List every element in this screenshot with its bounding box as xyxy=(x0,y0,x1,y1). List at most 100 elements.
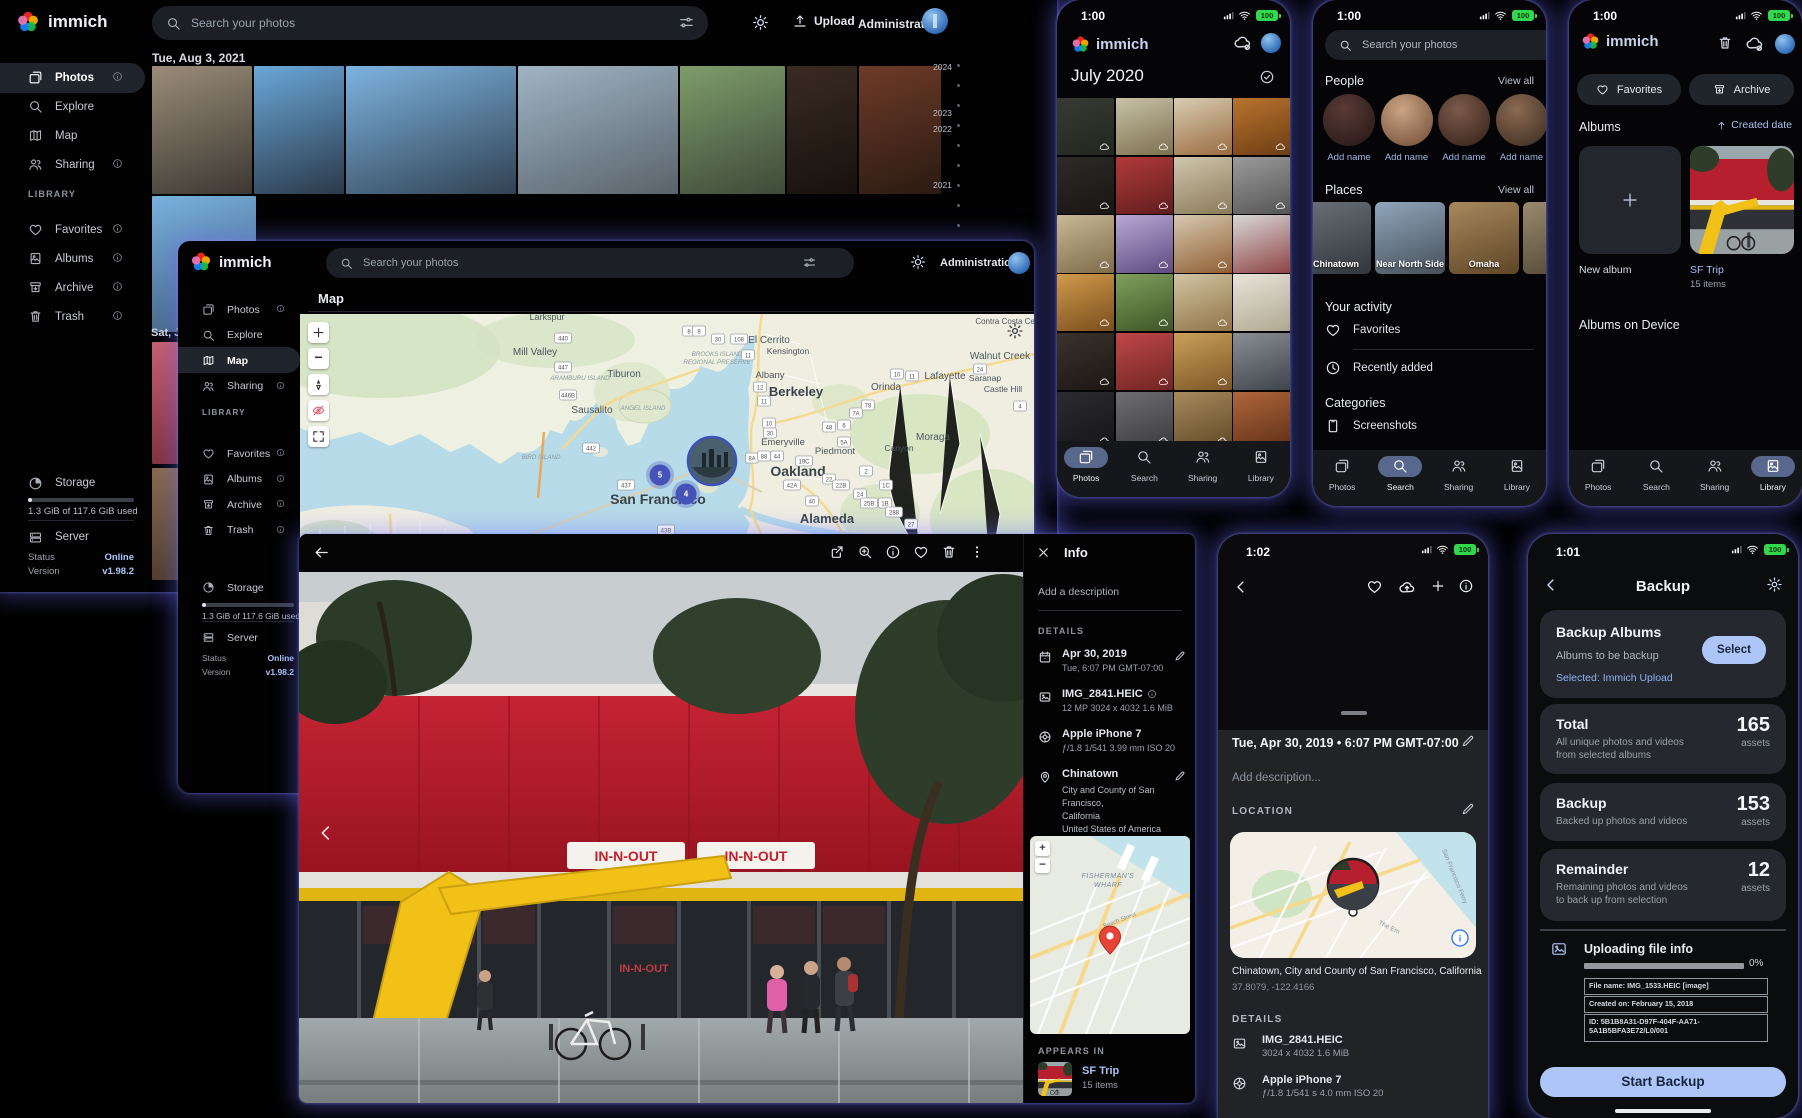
photo-grid-tile[interactable] xyxy=(1174,274,1231,331)
archive-button[interactable]: Archive xyxy=(1689,74,1794,105)
info-icon[interactable] xyxy=(112,252,123,263)
info-icon[interactable] xyxy=(276,525,285,534)
photo-grid-tile[interactable] xyxy=(1057,157,1114,214)
map-zoom-in-button[interactable]: + xyxy=(1035,841,1050,856)
close-icon[interactable] xyxy=(1036,545,1051,560)
edit-date-icon[interactable] xyxy=(1174,650,1186,662)
person-face[interactable] xyxy=(1381,94,1433,146)
nav-item-search[interactable]: Search xyxy=(1372,450,1428,506)
more-options-icon[interactable] xyxy=(969,544,985,560)
info-icon[interactable] xyxy=(112,158,123,169)
photo-grid-tile[interactable] xyxy=(1057,274,1114,331)
favorite-icon[interactable] xyxy=(1366,578,1383,595)
nav-item-sharing[interactable]: Sharing xyxy=(1431,450,1487,506)
immich-logo[interactable]: immich xyxy=(16,10,108,34)
immich-logo[interactable]: immich xyxy=(190,251,272,273)
album-thumbnail[interactable] xyxy=(1038,1062,1072,1096)
sidebar-item-explore[interactable]: Explore xyxy=(28,99,94,114)
photo-grid-tile[interactable] xyxy=(1174,215,1231,272)
sidebar-item-albums[interactable]: Albums xyxy=(28,251,93,266)
favorites-button[interactable]: Favorites xyxy=(1577,74,1681,105)
sheet-drag-handle[interactable] xyxy=(1341,711,1367,715)
gear-icon[interactable] xyxy=(1766,576,1783,593)
sidebar-item-trash[interactable]: Trash xyxy=(28,309,84,324)
timeline-dot[interactable] xyxy=(957,224,960,227)
timeline-dot[interactable] xyxy=(957,204,960,207)
photo-thumbnail[interactable] xyxy=(152,342,178,464)
timeline-dot[interactable] xyxy=(957,64,960,67)
sidebar-item-archive[interactable]: Archive xyxy=(202,498,262,511)
activity-item-recently-added[interactable]: Recently added xyxy=(1353,362,1433,374)
delete-icon[interactable] xyxy=(941,544,957,560)
nav-item-search[interactable]: Search xyxy=(1628,450,1684,506)
photo-grid-tile[interactable] xyxy=(1174,98,1231,155)
photo-grid-tile[interactable] xyxy=(1174,392,1231,442)
album-sort-button[interactable]: Created date xyxy=(1716,119,1792,131)
upload-button[interactable]: Upload xyxy=(792,13,855,29)
photo-grid-tile[interactable] xyxy=(1057,392,1114,442)
activity-item-favorites[interactable]: Favorites xyxy=(1353,324,1400,336)
photo-grid-tile[interactable] xyxy=(1116,333,1173,390)
map-zoom-in-button[interactable] xyxy=(308,322,329,343)
photo-thumbnail[interactable] xyxy=(680,66,785,194)
photo-grid-tile[interactable] xyxy=(1233,98,1290,155)
search-filter-icon[interactable] xyxy=(678,14,695,31)
sidebar-item-albums[interactable]: Albums xyxy=(202,473,262,486)
edit-date-icon[interactable] xyxy=(1461,734,1475,748)
person-face[interactable] xyxy=(1323,94,1375,146)
info-icon[interactable] xyxy=(276,499,285,508)
description-field[interactable]: Add description... xyxy=(1232,772,1321,784)
timeline-dot[interactable] xyxy=(957,144,960,147)
photo-grid-tile[interactable] xyxy=(1233,333,1290,390)
person-face[interactable] xyxy=(1496,94,1547,146)
photo-grid-tile[interactable] xyxy=(1057,98,1114,155)
avatar[interactable] xyxy=(1008,252,1030,274)
photo-grid-tile[interactable] xyxy=(1233,157,1290,214)
avatar[interactable] xyxy=(922,8,948,34)
timeline-year[interactable]: 2023 xyxy=(933,108,952,118)
place-tile[interactable]: Near North Side xyxy=(1375,202,1445,274)
sidebar-item-trash[interactable]: Trash xyxy=(202,524,253,537)
photo-grid-tile[interactable] xyxy=(1116,98,1173,155)
sidebar-item-explore[interactable]: Explore xyxy=(202,329,263,342)
sidebar-item-photos[interactable]: Photos xyxy=(202,303,260,316)
start-backup-button[interactable]: Start Backup xyxy=(1540,1067,1786,1097)
photo-thumbnail[interactable] xyxy=(859,66,941,194)
nav-item-photos[interactable]: Photos xyxy=(1058,441,1114,497)
photo-grid-tile[interactable] xyxy=(1116,215,1173,272)
timeline-year[interactable]: 2021 xyxy=(933,180,952,190)
info-icon[interactable] xyxy=(276,474,285,483)
info-icon[interactable] xyxy=(276,381,285,390)
new-album-card[interactable] xyxy=(1579,146,1681,254)
timeline-dot[interactable] xyxy=(957,84,960,87)
timeline-dot[interactable] xyxy=(957,184,960,187)
map-fullscreen-button[interactable] xyxy=(308,426,329,447)
map-zoom-out-button[interactable]: − xyxy=(1035,858,1050,873)
map-zoom-out-button[interactable]: − xyxy=(308,348,329,369)
avatar[interactable] xyxy=(1775,34,1795,54)
photo-thumbnail[interactable] xyxy=(152,468,178,580)
photo-grid-tile[interactable] xyxy=(1174,333,1231,390)
back-icon[interactable] xyxy=(1232,578,1250,596)
timeline-dot[interactable] xyxy=(957,104,960,107)
photo-grid-tile[interactable] xyxy=(1057,333,1114,390)
upload-icon[interactable] xyxy=(1398,578,1416,596)
location-mini-map[interactable]: FISHERMAN'S WHARF Beach Street + − xyxy=(1030,836,1190,1034)
zoom-icon[interactable] xyxy=(857,544,873,560)
photo-thumbnail[interactable] xyxy=(518,66,678,194)
administration-link[interactable]: Administration xyxy=(940,257,1018,269)
photo-grid-tile[interactable] xyxy=(1174,157,1231,214)
category-item-screenshots[interactable]: Screenshots xyxy=(1353,420,1417,432)
people-view-all[interactable]: View all xyxy=(1498,75,1534,87)
nav-item-library[interactable]: Library xyxy=(1489,450,1545,506)
nav-item-library[interactable]: Library xyxy=(1745,450,1801,506)
info-icon[interactable] xyxy=(112,281,123,292)
file-info-icon[interactable] xyxy=(1147,689,1157,699)
nav-item-sharing[interactable]: Sharing xyxy=(1687,450,1743,506)
timeline-dot[interactable] xyxy=(957,124,960,127)
previous-photo-icon[interactable] xyxy=(315,822,337,844)
trash-icon[interactable] xyxy=(1717,35,1733,51)
sidebar-item-photos[interactable]: Photos xyxy=(28,70,94,85)
timeline-year[interactable]: 2024 xyxy=(933,62,952,72)
add-name-link[interactable]: Add name xyxy=(1488,152,1547,163)
